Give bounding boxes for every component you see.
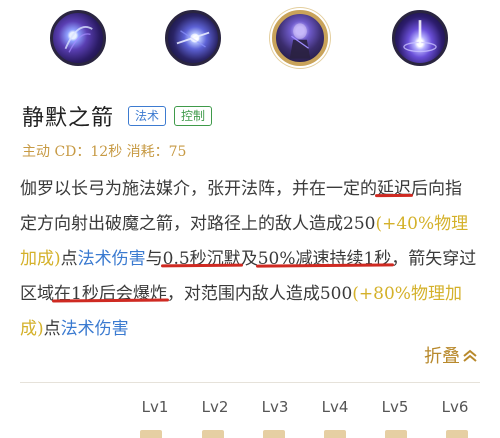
desc-text: 伽罗以长弓为施法媒介，张开法阵，并在一定的 — [20, 179, 377, 199]
level-data-row-partial — [20, 426, 490, 438]
level-header: Lv5 — [381, 398, 409, 416]
cell-partial — [263, 430, 285, 438]
level-header: Lv1 — [141, 398, 169, 416]
skill-description: 伽罗以长弓为施法媒介，张开法阵，并在一定的延迟后向指定方向射出破魔之箭，对路径上… — [20, 172, 478, 347]
desc-silence: 0.5秒沉默 — [162, 249, 241, 269]
level-header: Lv3 — [261, 398, 289, 416]
chevron-up-icon — [463, 349, 477, 362]
level-header: Lv6 — [441, 398, 469, 416]
desc-explosion: 在1秒后会爆炸 — [54, 284, 167, 304]
cell-partial — [385, 430, 407, 438]
skill-title-row: 静默之箭 法术 控制 — [22, 102, 213, 131]
cell-partial — [324, 430, 346, 438]
desc-magic-damage: 法术伤害 — [77, 249, 146, 269]
desc-slow: 50%减速持续1秒 — [257, 249, 392, 269]
skill-2-icon[interactable] — [165, 10, 221, 66]
skill-meta: 主动 CD：12秒 消耗：75 — [22, 144, 187, 160]
level-header: Lv2 — [201, 398, 229, 416]
tag-magic: 法术 — [128, 106, 167, 126]
skill-name: 静默之箭 — [22, 106, 115, 131]
desc-magic-damage: 法术伤害 — [60, 319, 129, 339]
skill-icon-bar — [0, 0, 500, 90]
level-header: Lv4 — [321, 398, 349, 416]
cell-partial — [140, 430, 162, 438]
desc-text: 点 — [43, 319, 61, 339]
level-header-row: Lv1 Lv2 Lv3 Lv4 Lv5 Lv6 — [125, 398, 485, 416]
desc-underlined: 延迟 — [377, 179, 411, 199]
fold-button[interactable]: 折叠 — [424, 342, 478, 368]
cell-partial — [202, 430, 224, 438]
skill-1-icon[interactable] — [50, 10, 106, 66]
fold-label: 折叠 — [424, 346, 460, 367]
tag-control: 控制 — [174, 106, 213, 126]
desc-text: ，对范围内敌人造成500 — [166, 284, 353, 304]
skill-3-icon[interactable] — [272, 10, 328, 66]
divider — [20, 382, 480, 383]
skill-4-icon[interactable] — [392, 10, 448, 66]
desc-text: 点 — [60, 249, 78, 269]
cell-partial — [446, 430, 468, 438]
